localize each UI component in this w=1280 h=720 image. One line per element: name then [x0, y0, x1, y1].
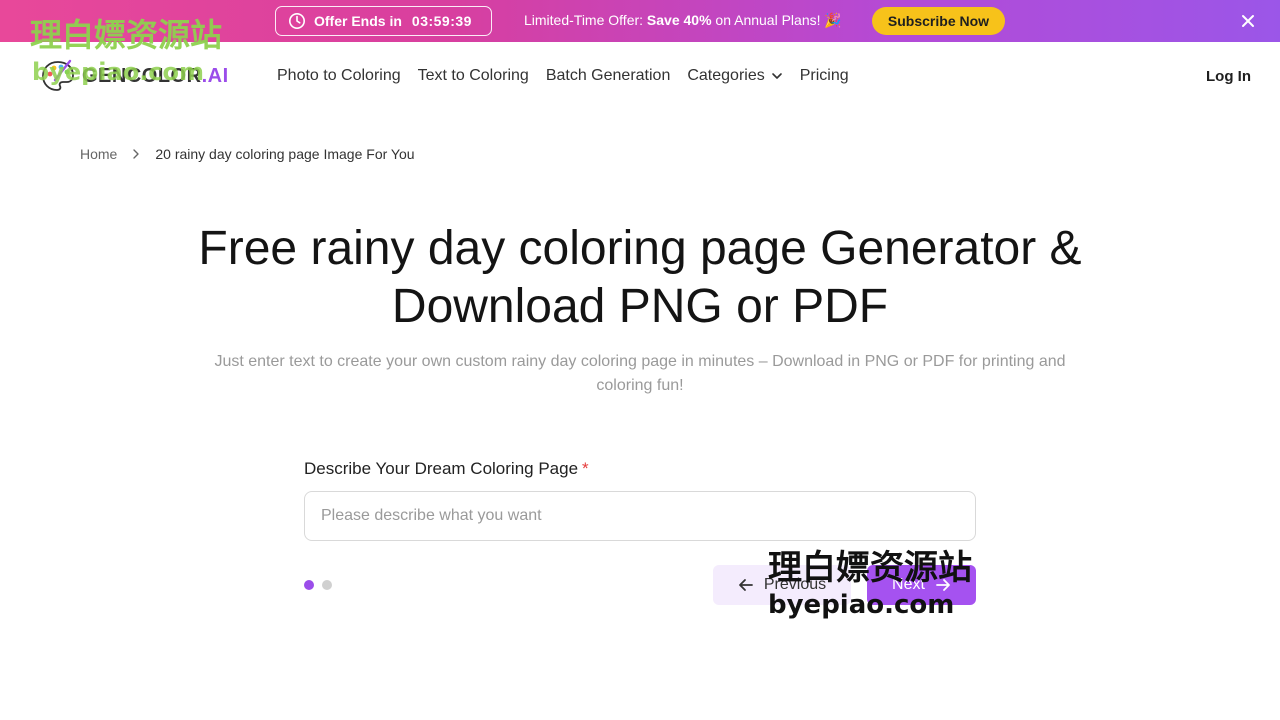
- offer-timer: Offer Ends in 03:59:39: [275, 6, 492, 36]
- watermark-top: 理白嫖资源站: [30, 16, 223, 54]
- promo-message: Limited-Time Offer: Save 40% on Annual P…: [524, 12, 842, 29]
- nav-pricing[interactable]: Pricing: [800, 67, 849, 85]
- page-subtitle: Just enter text to create your own custo…: [214, 353, 1066, 394]
- close-icon[interactable]: [1239, 12, 1257, 30]
- page-title: Free rainy day coloring page Generator &…: [198, 222, 1082, 333]
- prompt-input[interactable]: [304, 491, 976, 541]
- breadcrumb-current: 20 rainy day coloring page Image For You: [155, 146, 415, 162]
- prompt-label: Describe Your Dream Coloring Page *: [304, 459, 589, 479]
- nav-links: Photo to Coloring Text to Coloring Batch…: [277, 67, 849, 85]
- login-link[interactable]: Log In: [1206, 68, 1251, 85]
- promo-text-suffix: on Annual Plans! 🎉: [711, 12, 842, 28]
- chevron-down-icon: [771, 73, 782, 79]
- brand-suffix: .AI: [201, 64, 229, 87]
- step-indicator: [304, 580, 332, 590]
- arrow-left-icon: [738, 579, 753, 591]
- clock-icon: [288, 12, 306, 30]
- prompt-label-text: Describe Your Dream Coloring Page: [304, 459, 579, 478]
- chevron-right-icon: [133, 149, 140, 159]
- watermark-bottom: 理白嫖资源站: [768, 548, 972, 588]
- subscribe-button[interactable]: Subscribe Now: [872, 7, 1005, 35]
- promo-discount: Save 40%: [646, 12, 712, 28]
- nav-categories-label: Categories: [687, 67, 765, 84]
- required-mark: *: [582, 459, 589, 478]
- nav-text-to-coloring[interactable]: Text to Coloring: [418, 67, 529, 85]
- breadcrumb-home[interactable]: Home: [80, 146, 117, 162]
- breadcrumb: Home 20 rainy day coloring page Image Fo…: [80, 146, 415, 162]
- nav-batch-generation[interactable]: Batch Generation: [546, 67, 671, 85]
- timer-label: Offer Ends in: [314, 13, 402, 29]
- watermark-bottom-url: byepiao.com: [768, 590, 955, 620]
- promo-text-prefix: Limited-Time Offer:: [524, 12, 647, 28]
- timer-countdown: 03:59:39: [411, 13, 472, 29]
- nav-photo-to-coloring[interactable]: Photo to Coloring: [277, 67, 401, 85]
- watermark-top-url: byepiao.com: [32, 58, 205, 86]
- nav-categories[interactable]: Categories: [687, 67, 782, 85]
- step-dot-1: [304, 580, 314, 590]
- step-dot-2: [322, 580, 332, 590]
